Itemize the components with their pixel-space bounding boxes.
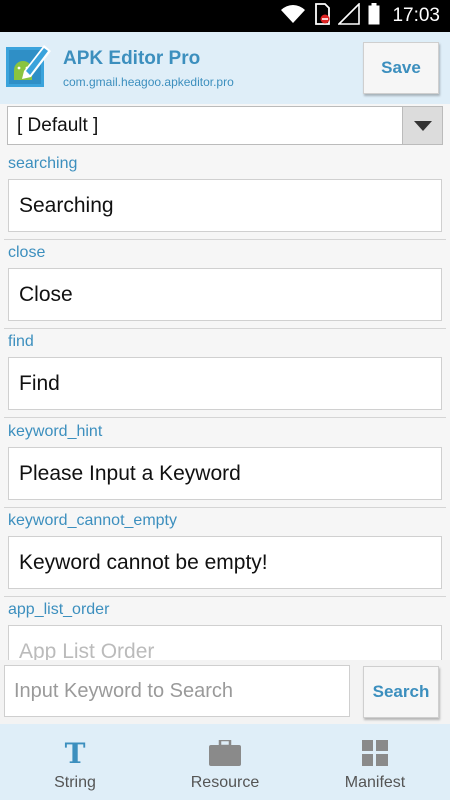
string-key-label: close (8, 244, 46, 261)
string-field: searching Searching (0, 155, 450, 245)
string-value-text: Please Input a Keyword (19, 462, 241, 485)
string-value-text: Searching (19, 194, 114, 217)
divider (4, 417, 446, 418)
string-value-input[interactable]: Please Input a Keyword (8, 447, 442, 500)
chevron-down-icon[interactable] (402, 107, 442, 144)
divider (4, 596, 446, 597)
string-value-text: App List Order (19, 640, 155, 660)
app-package-name: com.gmail.heagoo.apkeditor.pro (63, 75, 234, 89)
status-bar: 17:03 (0, 0, 450, 32)
string-value-input[interactable]: Find (8, 357, 442, 410)
string-key-label: find (8, 333, 34, 350)
divider (4, 507, 446, 508)
nav-label: Manifest (344, 774, 406, 791)
string-value-text: Close (19, 283, 73, 306)
string-value-text: Keyword cannot be empty! (19, 551, 268, 574)
status-icons: 17:03 (280, 0, 440, 32)
string-field: keyword_cannot_empty Keyword cannot be e… (0, 512, 450, 602)
search-bar: Input Keyword to Search Search (0, 660, 450, 724)
grid-icon (359, 738, 391, 768)
search-input[interactable]: Input Keyword to Search (4, 665, 350, 717)
save-button[interactable]: Save (363, 42, 439, 94)
app-bar: APK Editor Pro com.gmail.heagoo.apkedito… (0, 32, 450, 104)
string-value-input[interactable]: Keyword cannot be empty! (8, 536, 442, 589)
language-dropdown[interactable]: [ Default ] (7, 106, 443, 145)
search-button[interactable]: Search (363, 666, 439, 718)
nav-item-resource[interactable]: Resource (150, 724, 300, 800)
string-field: app_list_order App List Order (0, 601, 450, 660)
string-key-label: keyword_hint (8, 423, 103, 440)
string-value-input[interactable]: Close (8, 268, 442, 321)
search-placeholder: Input Keyword to Search (14, 680, 234, 702)
divider (4, 328, 446, 329)
nav-item-manifest[interactable]: Manifest (300, 724, 450, 800)
string-field: keyword_hint Please Input a Keyword (0, 423, 450, 513)
language-dropdown-value: [ Default ] (17, 115, 99, 136)
signal-icon (337, 1, 361, 30)
nav-label: String (54, 774, 96, 791)
string-value-input[interactable]: Searching (8, 179, 442, 232)
string-key-label: searching (8, 155, 78, 172)
battery-icon (368, 2, 380, 30)
app-title: APK Editor Pro (63, 48, 201, 69)
sim-blocked-icon (314, 2, 331, 30)
string-key-label: keyword_cannot_empty (8, 512, 177, 529)
string-key-label: app_list_order (8, 601, 110, 618)
string-value-input[interactable]: App List Order (8, 625, 442, 660)
string-t-icon: T (64, 736, 86, 770)
status-time: 17:03 (392, 5, 440, 26)
string-field: find Find (0, 333, 450, 423)
nav-item-string[interactable]: T String (0, 724, 150, 800)
briefcase-icon (209, 738, 241, 768)
apk-editor-pencil-icon (6, 41, 52, 87)
bottom-nav: T String Resource Manifest (0, 724, 450, 800)
string-value-text: Find (19, 372, 60, 395)
nav-label: Resource (190, 774, 260, 791)
string-field: close Close (0, 244, 450, 334)
divider (4, 239, 446, 240)
string-list[interactable]: [ Default ] searching Searching close Cl… (0, 104, 450, 660)
wifi-icon (280, 4, 306, 29)
